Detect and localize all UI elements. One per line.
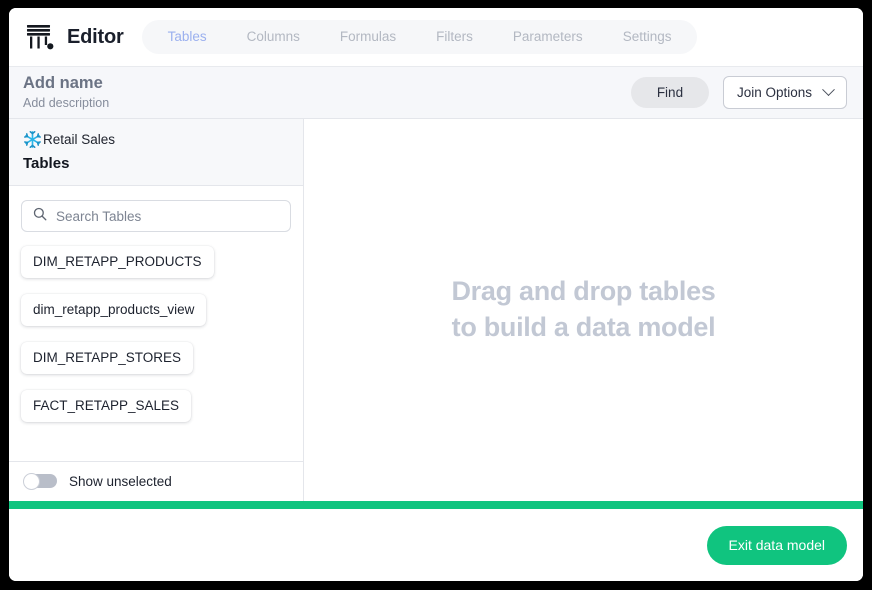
green-divider-bar <box>9 501 863 509</box>
canvas-empty-hint: Drag and drop tables to build a data mod… <box>451 274 715 346</box>
footer-bar: Exit data model <box>9 509 863 581</box>
tables-list[interactable]: DIM_RETAPP_PRODUCTS dim_retapp_products_… <box>9 238 303 461</box>
search-icon <box>33 207 47 226</box>
model-description-field[interactable]: Add description <box>23 94 631 112</box>
app-title: Editor <box>67 25 124 48</box>
sidebar-header: Retail Sales Tables <box>9 119 303 186</box>
table-chip[interactable]: DIM_RETAPP_PRODUCTS <box>21 246 214 278</box>
tables-sidebar: Retail Sales Tables Search Tables DIM_RE… <box>9 119 304 501</box>
search-area <box>9 186 303 238</box>
table-chip[interactable]: dim_retapp_products_view <box>21 294 207 326</box>
data-model-canvas[interactable]: Drag and drop tables to build a data mod… <box>304 119 863 501</box>
join-options-label: Join Options <box>736 85 812 100</box>
join-options-button[interactable]: Join Options <box>722 76 847 109</box>
exit-data-model-button[interactable]: Exit data model <box>706 525 847 565</box>
chevron-down-icon <box>822 83 835 97</box>
tab-settings[interactable]: Settings <box>603 20 692 54</box>
top-bar: Editor Tables Columns Formulas Filters P… <box>9 8 863 66</box>
tab-bar: Tables Columns Formulas Filters Paramete… <box>141 20 698 54</box>
data-source-row[interactable]: Retail Sales <box>23 130 289 149</box>
sub-header: Add name Add description Find Join Optio… <box>9 66 863 119</box>
canvas-hint-line-2: to build a data model <box>451 312 716 342</box>
sidebar-title: Tables <box>23 155 70 172</box>
toggle-knob <box>23 473 40 490</box>
model-meta: Add name Add description <box>23 73 631 112</box>
brand: Editor <box>23 20 124 54</box>
search-tables-input[interactable] <box>56 208 290 224</box>
tab-columns[interactable]: Columns <box>227 20 320 54</box>
snowflake-icon <box>23 130 42 149</box>
sub-header-actions: Find Join Options <box>630 76 847 109</box>
editor-column-logo-icon <box>23 20 57 54</box>
find-button[interactable]: Find <box>630 77 709 108</box>
body-area: Retail Sales Tables Search Tables DIM_RE… <box>9 119 863 501</box>
data-source-name: Retail Sales <box>43 132 116 147</box>
show-unselected-toggle[interactable] <box>23 473 57 490</box>
tab-formulas[interactable]: Formulas <box>320 20 416 54</box>
model-name-field[interactable]: Add name <box>23 73 631 93</box>
app-window: Editor Tables Columns Formulas Filters P… <box>9 8 863 581</box>
table-chip[interactable]: DIM_RETAPP_STORES <box>21 342 194 374</box>
show-unselected-label: Show unselected <box>69 474 172 489</box>
sidebar-footer: Show unselected <box>9 461 303 501</box>
device-frame: Editor Tables Columns Formulas Filters P… <box>0 0 872 590</box>
tab-parameters[interactable]: Parameters <box>493 20 603 54</box>
table-chip[interactable]: FACT_RETAPP_SALES <box>21 390 192 422</box>
canvas-hint-line-1: Drag and drop tables <box>451 276 716 307</box>
tab-tables[interactable]: Tables <box>148 20 227 54</box>
tab-filters[interactable]: Filters <box>416 20 493 54</box>
search-tables-box[interactable] <box>21 200 291 232</box>
